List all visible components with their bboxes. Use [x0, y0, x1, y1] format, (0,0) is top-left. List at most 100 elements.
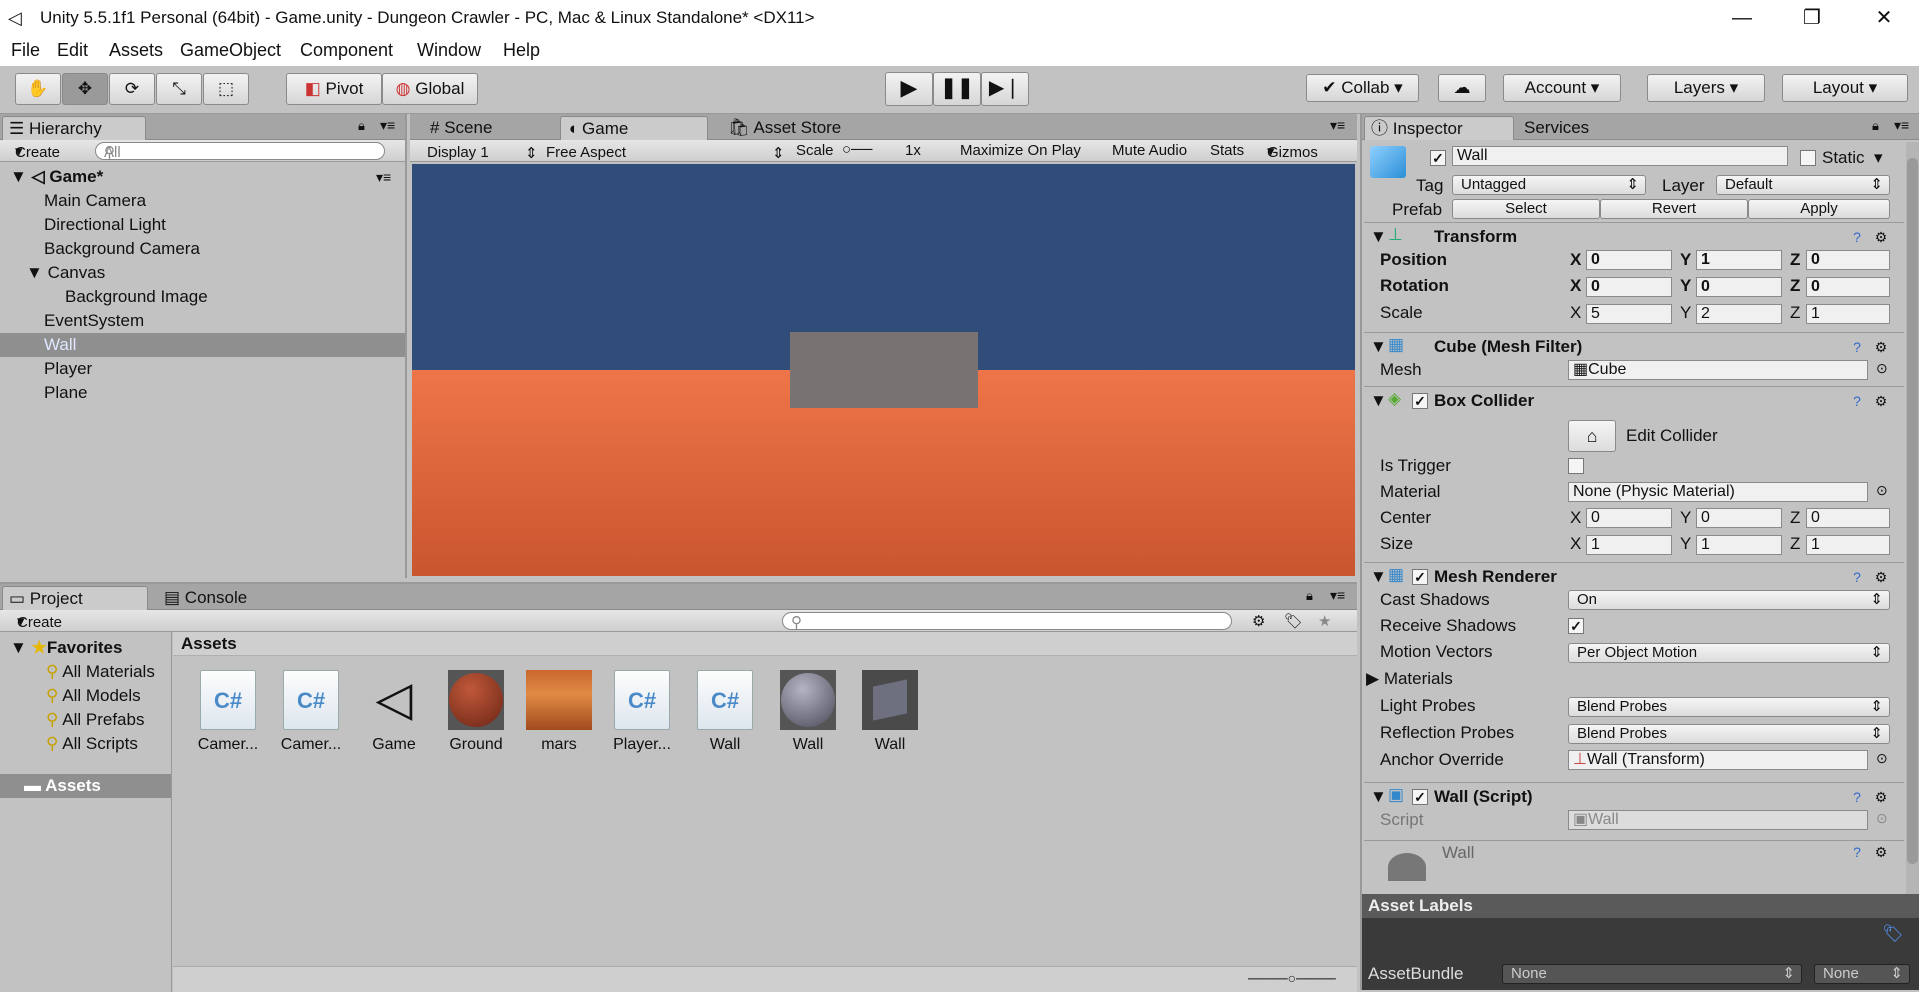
collab-dropdown[interactable]: ✔ Collab ▾ [1306, 74, 1419, 102]
collapse-arrow-icon[interactable]: ▼ [1370, 337, 1387, 357]
light-probes-dropdown[interactable]: Blend Probes ⇕ [1568, 697, 1890, 717]
asset-labels-header[interactable]: Asset Labels [1362, 894, 1919, 918]
step-button[interactable]: ▶❘ [981, 72, 1029, 106]
scrollbar-thumb[interactable] [1907, 158, 1918, 864]
asset-item[interactable]: ◁ Game [359, 670, 429, 754]
layer-dropdown[interactable]: Default ⇕ [1716, 175, 1890, 195]
collapse-arrow-icon[interactable]: ▼ [1370, 391, 1387, 411]
hierarchy-item-main-camera[interactable]: Main Camera [44, 191, 146, 211]
project-panel-menu-icon[interactable]: ▾≡ [1330, 587, 1345, 604]
gear-icon[interactable]: ⚙ [1872, 228, 1890, 246]
thumbnail-size-slider[interactable]: ────○──── [1248, 970, 1336, 986]
tab-game[interactable]: ◖ Game [560, 116, 708, 140]
label-tag-icon[interactable]: 🏷︎ [1882, 924, 1904, 944]
collapse-arrow-icon[interactable]: ▼ [1370, 227, 1387, 247]
hierarchy-create-button[interactable]: Create ▾ [15, 142, 60, 161]
menu-help[interactable]: Help [503, 40, 540, 61]
global-toggle[interactable]: ◍ Global [382, 73, 478, 105]
stats-toggle[interactable]: Stats [1210, 142, 1244, 159]
assetbundle-variant-dropdown[interactable]: None ⇕ [1814, 964, 1910, 984]
project-lock-icon[interactable]: 🔒︎ [1306, 588, 1313, 604]
favorite-all-models[interactable]: ⚲ All Models [46, 686, 141, 706]
help-icon[interactable]: ? [1848, 228, 1866, 246]
gear-icon[interactable]: ⚙ [1872, 843, 1890, 861]
maximize-on-play-toggle[interactable]: Maximize On Play [960, 142, 1081, 159]
transform-header[interactable]: ▼ ⊥ Transform ? ⚙ [1364, 222, 1904, 250]
gear-icon[interactable]: ⚙ [1872, 338, 1890, 356]
expand-arrow-icon[interactable]: ▼ [26, 263, 43, 282]
breadcrumb[interactable]: Assets [181, 634, 237, 654]
hierarchy-item-player[interactable]: Player [44, 359, 92, 379]
help-icon[interactable]: ? [1848, 843, 1866, 861]
favorite-all-scripts[interactable]: ⚲ All Scripts [46, 734, 138, 754]
prefab-select-button[interactable]: Select [1452, 199, 1600, 219]
lock-icon[interactable]: 🔒︎ [358, 118, 365, 134]
close-button[interactable]: ✕ [1864, 4, 1904, 32]
rotation-x-field[interactable]: 0 [1586, 277, 1672, 297]
asset-item[interactable]: Ground [441, 670, 511, 754]
scale-z-field[interactable]: 1 [1806, 304, 1890, 324]
materials-foldout[interactable]: ▶ Materials [1366, 669, 1453, 689]
hierarchy-item-canvas[interactable]: ▼ Canvas [26, 263, 105, 283]
search-by-label-icon[interactable]: 🏷︎ [1284, 612, 1303, 630]
object-picker-icon[interactable]: ⊙ [1876, 482, 1888, 499]
scale-tool-icon[interactable]: ⤡ [156, 73, 202, 105]
asset-item[interactable]: C# Camer... [276, 670, 346, 754]
prefab-apply-button[interactable]: Apply [1748, 199, 1890, 219]
gear-icon[interactable]: ⚙ [1872, 788, 1890, 806]
hierarchy-item-eventsystem[interactable]: EventSystem [44, 311, 144, 331]
size-z-field[interactable]: 1 [1806, 535, 1890, 555]
help-icon[interactable]: ? [1848, 788, 1866, 806]
center-panel-menu-icon[interactable]: ▾≡ [1330, 117, 1345, 134]
collapse-arrow-icon[interactable]: ▼ [1370, 787, 1387, 807]
asset-item[interactable]: C# Wall [690, 670, 760, 754]
inspector-lock-icon[interactable]: 🔒︎ [1872, 118, 1879, 134]
menu-window[interactable]: Window [417, 40, 481, 61]
layout-dropdown[interactable]: Layout ▾ [1782, 74, 1908, 102]
favorite-star-icon[interactable]: ★ [1318, 612, 1331, 630]
mesh-renderer-header[interactable]: ▼ ▦ ✓ Mesh Renderer ? ⚙ [1364, 562, 1904, 590]
material-header[interactable]: Wall ? ⚙ [1364, 840, 1904, 881]
hierarchy-item-background-camera[interactable]: Background Camera [44, 239, 200, 259]
panel-menu-icon[interactable]: ▾≡ [380, 117, 395, 134]
scene-menu-icon[interactable]: ▾≡ [376, 169, 391, 186]
active-checkbox[interactable]: ✓ [1430, 150, 1446, 166]
menu-component[interactable]: Component [300, 40, 393, 61]
cast-shadows-dropdown[interactable]: On ⇕ [1568, 590, 1890, 610]
hand-tool-icon[interactable]: ✋ [15, 73, 61, 105]
menu-gameobject[interactable]: GameObject [180, 40, 281, 61]
favorite-all-prefabs[interactable]: ⚲ All Prefabs [46, 710, 144, 730]
scale-slider[interactable]: ○── [842, 141, 872, 158]
is-trigger-checkbox[interactable] [1568, 458, 1584, 474]
rotation-z-field[interactable]: 0 [1806, 277, 1890, 297]
rotate-tool-icon[interactable]: ⟳ [109, 73, 155, 105]
anchor-override-field[interactable]: ⊥Wall (Transform) [1568, 750, 1868, 770]
edit-collider-icon[interactable]: ⌂ [1568, 420, 1616, 452]
tab-services[interactable]: Services [1518, 116, 1628, 140]
position-z-field[interactable]: 0 [1806, 250, 1890, 270]
favorites-folder[interactable]: ▼ ★Favorites [10, 638, 122, 658]
layers-dropdown[interactable]: Layers ▾ [1647, 74, 1765, 102]
motion-vectors-dropdown[interactable]: Per Object Motion ⇕ [1568, 643, 1890, 663]
menu-assets[interactable]: Assets [109, 40, 163, 61]
hierarchy-item-wall[interactable]: Wall [44, 335, 76, 355]
assets-folder[interactable]: ▬ Assets [24, 776, 101, 796]
search-by-type-icon[interactable]: ⚙ [1252, 612, 1265, 630]
play-button[interactable]: ▶ [885, 72, 933, 106]
center-x-field[interactable]: 0 [1586, 508, 1672, 528]
tab-console[interactable]: ▤ Console [158, 586, 288, 610]
scene-root[interactable]: ▼ ◁ Game* [10, 167, 103, 187]
prefab-revert-button[interactable]: Revert [1600, 199, 1748, 219]
scale-y-field[interactable]: 2 [1696, 304, 1782, 324]
center-z-field[interactable]: 0 [1806, 508, 1890, 528]
tab-asset-store[interactable]: 🛍︎ Asset Store [722, 116, 892, 140]
tab-project[interactable]: ▭ Project [2, 586, 148, 610]
help-icon[interactable]: ? [1848, 392, 1866, 410]
menu-file[interactable]: File [11, 40, 40, 61]
mute-audio-toggle[interactable]: Mute Audio [1112, 142, 1187, 159]
mesh-renderer-enabled-checkbox[interactable]: ✓ [1412, 569, 1428, 585]
object-picker-icon[interactable]: ⊙ [1876, 750, 1888, 767]
tag-dropdown[interactable]: Untagged ⇕ [1452, 175, 1646, 195]
object-picker-icon[interactable]: ⊙ [1876, 360, 1888, 377]
pivot-toggle[interactable]: ◧ Pivot [286, 73, 382, 105]
